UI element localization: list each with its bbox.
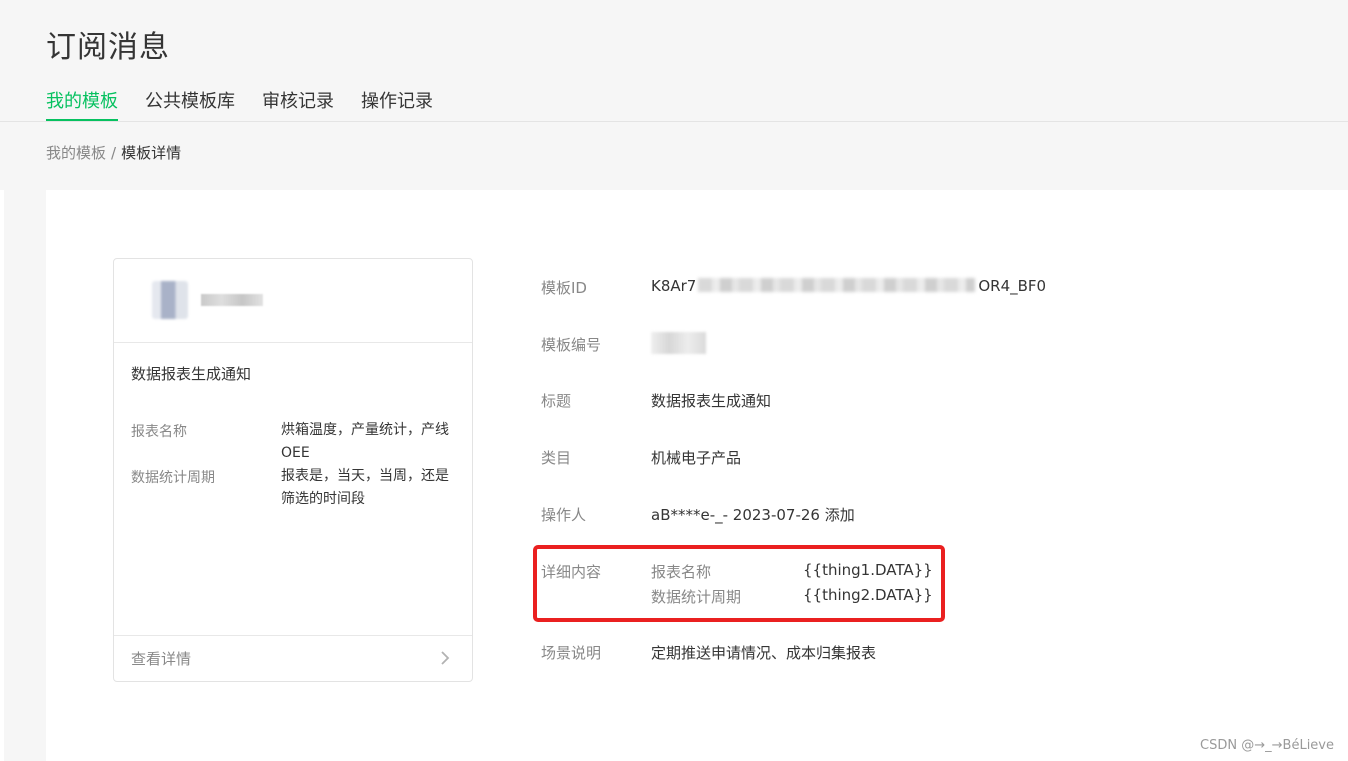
- breadcrumb-separator: /: [111, 144, 117, 162]
- tab-review-records[interactable]: 审核记录: [262, 90, 334, 121]
- breadcrumb-parent-link[interactable]: 我的模板: [46, 144, 106, 162]
- content-label: 详细内容: [541, 563, 602, 581]
- template-id-prefix: K8Ar7: [651, 277, 697, 295]
- content-key: 报表名称: [651, 563, 712, 581]
- left-edge-strip: [0, 190, 4, 761]
- tab-public-library[interactable]: 公共模板库: [145, 90, 235, 121]
- blurred-account-avatar: [152, 281, 188, 319]
- template-id-label: 模板ID: [541, 279, 587, 297]
- title-value: 数据报表生成通知: [651, 392, 772, 410]
- category-value: 机械电子产品: [651, 449, 742, 467]
- operator-value: aB****e-_- 2023-07-26 添加: [651, 506, 855, 524]
- detail-panel: 数据报表生成通知 报表名称 烘箱温度，产量统计，产线OEE 数据统计周期 报表是…: [46, 190, 1348, 761]
- tab-operation-records[interactable]: 操作记录: [361, 90, 433, 121]
- blurred-template-no: [651, 332, 706, 354]
- template-no-label: 模板编号: [541, 336, 602, 354]
- content-value: {{thing2.DATA}}: [803, 586, 933, 604]
- tab-my-templates[interactable]: 我的模板: [46, 90, 118, 121]
- card-title: 数据报表生成通知: [131, 365, 252, 383]
- view-details-label: 查看详情: [131, 650, 192, 668]
- category-label: 类目: [541, 449, 572, 467]
- content-key: 数据统计周期: [651, 588, 742, 606]
- breadcrumb: 我的模板 / 模板详情: [46, 142, 181, 163]
- card-field-value: 报表是，当天，当周，还是筛选的时间段: [281, 468, 449, 507]
- content-value: {{thing1.DATA}}: [803, 561, 933, 579]
- card-field-value: 烘箱温度，产量统计，产线OEE: [281, 422, 449, 461]
- operator-label: 操作人: [541, 506, 587, 524]
- view-details-link[interactable]: 查看详情: [114, 635, 472, 681]
- blurred-account-name: [201, 294, 263, 306]
- card-header: [114, 259, 472, 343]
- watermark: CSDN @→_→BéLieve: [1200, 738, 1334, 753]
- content-highlight-box: [533, 545, 945, 622]
- blurred-template-id: [698, 278, 975, 292]
- breadcrumb-current: 模板详情: [121, 144, 182, 162]
- scene-value: 定期推送申请情况、成本归集报表: [651, 644, 877, 662]
- tabs-divider: [0, 121, 1348, 122]
- scene-label: 场景说明: [541, 644, 602, 662]
- tab-bar: 我的模板 公共模板库 审核记录 操作记录: [46, 90, 1348, 122]
- card-field-label: 报表名称: [131, 424, 187, 440]
- page-title: 订阅消息: [46, 30, 170, 65]
- chevron-right-icon: [441, 651, 450, 665]
- card-field-label: 数据统计周期: [131, 470, 215, 486]
- template-id-suffix: OR4_BF0: [978, 277, 1047, 295]
- template-preview-card: 数据报表生成通知 报表名称 烘箱温度，产量统计，产线OEE 数据统计周期 报表是…: [113, 258, 473, 682]
- title-label: 标题: [541, 392, 572, 410]
